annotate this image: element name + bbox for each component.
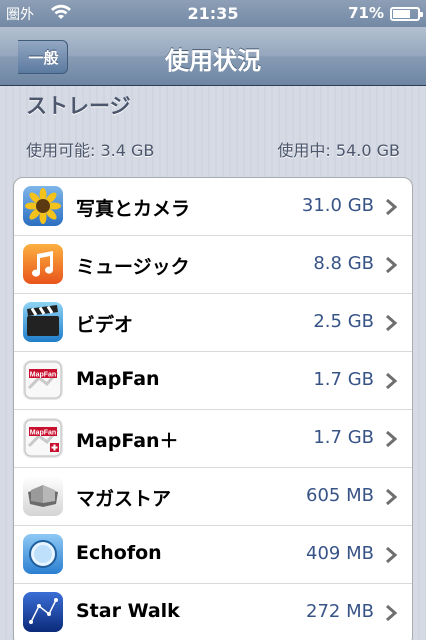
app-size: 8.8 GB [313, 253, 374, 274]
list-item-star-walk[interactable]: Star Walk 272 MB [14, 584, 412, 640]
app-name: ミュージック [76, 256, 190, 278]
chevron-right-icon [386, 314, 398, 332]
list-item-mapfan-plus[interactable]: MapFan MapFan＋ 1.7 GB [14, 410, 412, 468]
storage-used: 使用中: 54.0 GB [277, 141, 400, 160]
app-size: 272 MB [306, 601, 374, 622]
list-item-videos[interactable]: ビデオ 2.5 GB [14, 294, 412, 352]
app-size: 1.7 GB [313, 369, 374, 390]
videos-icon [23, 302, 63, 342]
battery-icon [390, 7, 423, 21]
star-walk-icon [23, 592, 63, 632]
list-item-magastore[interactable]: マガストア 605 MB [14, 468, 412, 526]
app-size: 409 MB [306, 543, 374, 564]
app-name: Echofon [76, 542, 162, 564]
app-usage-list: 写真とカメラ 31.0 GB ミュージック 8.8 GB ビデオ 2.5 GB … [13, 177, 413, 640]
mapfan-icon: MapFan [23, 360, 63, 400]
app-name: MapFan [76, 368, 160, 390]
echofon-icon [23, 534, 63, 574]
app-size: 605 MB [306, 485, 374, 506]
chevron-right-icon [386, 604, 398, 622]
status-bar: 圏外 21:35 71% [0, 0, 426, 27]
app-name: マガストア [76, 488, 172, 510]
list-item-photos[interactable]: 写真とカメラ 31.0 GB [14, 178, 412, 236]
navigation-bar: 一般 使用状況 [0, 27, 426, 86]
magastore-icon [23, 476, 63, 516]
chevron-right-icon [386, 198, 398, 216]
list-item-music[interactable]: ミュージック 8.8 GB [14, 236, 412, 294]
app-size: 2.5 GB [313, 311, 374, 332]
chevron-right-icon [386, 546, 398, 564]
chevron-right-icon [386, 430, 398, 448]
chevron-right-icon [386, 372, 398, 390]
battery-percent: 71% [348, 4, 384, 22]
back-button-label: 一般 [28, 48, 59, 67]
storage-available: 使用可能: 3.4 GB [26, 141, 155, 160]
app-size: 31.0 GB [301, 195, 374, 216]
list-item-mapfan[interactable]: MapFan MapFan 1.7 GB [14, 352, 412, 410]
svg-text:MapFan: MapFan [30, 430, 56, 437]
music-icon [23, 244, 63, 284]
svg-text:MapFan: MapFan [30, 372, 56, 379]
app-name: Star Walk [76, 600, 180, 622]
app-name: 写真とカメラ [76, 198, 191, 220]
storage-section-title: ストレージ [26, 94, 131, 118]
page-title: 使用状況 [165, 47, 261, 75]
photos-icon [23, 186, 63, 226]
chevron-right-icon [386, 488, 398, 506]
app-name: ビデオ [76, 314, 134, 336]
app-name: MapFan＋ [76, 430, 179, 452]
app-size: 1.7 GB [313, 427, 374, 448]
list-item-echofon[interactable]: Echofon 409 MB [14, 526, 412, 584]
chevron-right-icon [386, 256, 398, 274]
mapfan-plus-icon: MapFan [23, 418, 63, 458]
